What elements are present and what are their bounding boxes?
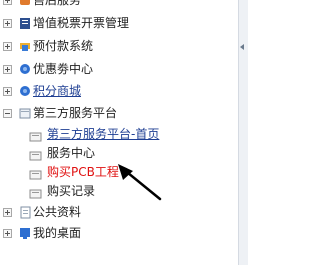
menu-item-prepayment[interactable]: 预付款系统 <box>0 37 200 55</box>
collapse-arrow-icon[interactable] <box>240 44 244 50</box>
page-icon <box>29 129 43 142</box>
menu-item-after-sales[interactable]: 售后服务 <box>0 0 200 9</box>
menu-item-invoice-management[interactable]: 增值税票开票管理 <box>0 14 200 32</box>
menu-item-label: 第三方服务平台 <box>33 106 118 120</box>
coupon-icon <box>18 62 32 76</box>
expand-icon[interactable] <box>3 0 12 5</box>
navigation-tree: 售后服务 增值税票开票管理 预付款系统 优惠劵中心 积分商城 第三方服务平台 第… <box>0 0 238 265</box>
invoice-icon <box>18 16 32 30</box>
expand-icon[interactable] <box>3 229 12 238</box>
menu-item-public-docs[interactable]: 公共资料 <box>0 203 200 221</box>
menu-item-points-mall[interactable]: 积分商城 <box>0 82 200 100</box>
page-icon <box>29 186 43 199</box>
menu-item-label: 优惠劵中心 <box>33 62 94 76</box>
public-docs-icon <box>18 205 32 219</box>
subitem-label[interactable]: 购买记录 <box>47 182 95 200</box>
service-icon <box>18 0 32 7</box>
menu-item-label: 增值税票开票管理 <box>33 16 130 30</box>
expand-icon[interactable] <box>3 87 12 96</box>
points-mall-icon <box>18 84 32 98</box>
page-icon <box>29 167 43 180</box>
expand-icon[interactable] <box>3 42 12 51</box>
subitem-service-center[interactable]: 服务中心 <box>0 144 200 162</box>
menu-item-my-desktop[interactable]: 我的桌面 <box>0 224 200 242</box>
expand-icon[interactable] <box>3 19 12 28</box>
subitem-label[interactable]: 第三方服务平台-首页 <box>47 125 159 143</box>
menu-item-label: 我的桌面 <box>33 226 82 240</box>
menu-item-third-party-platform[interactable]: 第三方服务平台 <box>0 104 200 122</box>
prepay-icon <box>18 39 32 53</box>
subitem-label[interactable]: 购买PCB工程 <box>47 163 119 181</box>
menu-item-label: 预付款系统 <box>33 39 94 53</box>
folder-icon <box>18 106 32 120</box>
page-icon <box>29 148 43 161</box>
subitem-platform-home[interactable]: 第三方服务平台-首页 <box>0 125 200 143</box>
subitem-label[interactable]: 服务中心 <box>47 144 95 162</box>
desktop-icon <box>18 226 32 240</box>
collapse-icon[interactable] <box>3 109 12 118</box>
menu-item-label: 公共资料 <box>33 205 82 219</box>
menu-item-label[interactable]: 积分商城 <box>33 82 81 100</box>
subitem-purchase-records[interactable]: 购买记录 <box>0 182 200 200</box>
subitem-buy-pcb-project[interactable]: 购买PCB工程 <box>0 163 200 181</box>
menu-item-label: 售后服务 <box>33 0 82 7</box>
right-scroll-strip[interactable] <box>238 0 248 265</box>
menu-item-coupon-center[interactable]: 优惠劵中心 <box>0 60 200 78</box>
expand-icon[interactable] <box>3 208 12 217</box>
expand-icon[interactable] <box>3 65 12 74</box>
pointer-arrow-icon <box>118 164 162 201</box>
